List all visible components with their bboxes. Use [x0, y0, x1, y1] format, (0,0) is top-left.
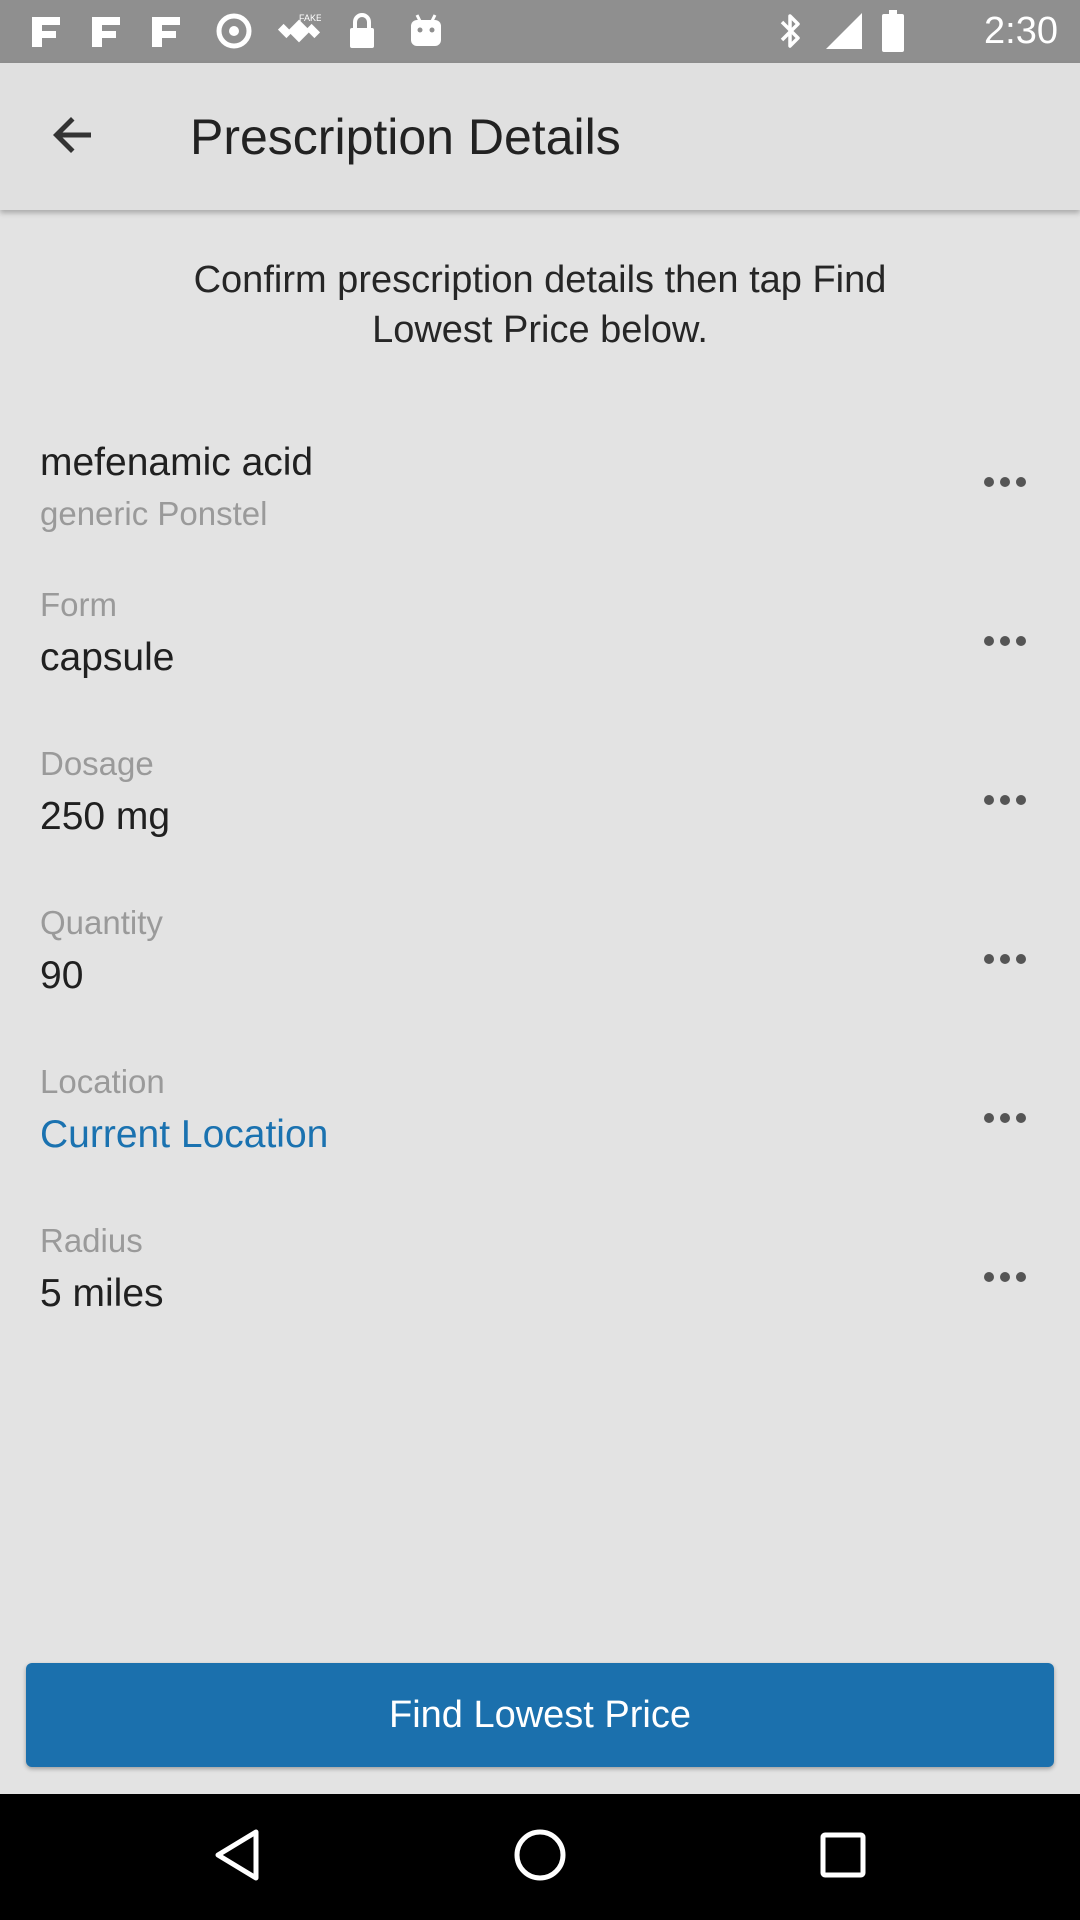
drug-row[interactable]: mefenamic acid generic Ponstel — [0, 420, 1080, 579]
system-nav-bar — [0, 1794, 1080, 1920]
more-horizontal-icon — [983, 952, 1027, 970]
radius-more-button[interactable] — [970, 1251, 1040, 1307]
drug-subtitle: generic Ponstel — [40, 495, 268, 532]
status-time: 2:30 — [984, 10, 1058, 52]
location-label: Location — [40, 1063, 165, 1100]
svg-text:FAKE: FAKE — [299, 13, 321, 23]
fake-gps-icon: FAKE — [274, 10, 324, 52]
radius-row[interactable]: Radius 5 miles — [0, 1215, 1080, 1374]
form-more-button[interactable] — [970, 615, 1040, 671]
page-title: Prescription Details — [190, 109, 621, 165]
notification-icon — [144, 10, 188, 52]
home-circle-icon — [513, 1828, 567, 1887]
dosage-label: Dosage — [40, 745, 154, 782]
location-value[interactable]: Current Location — [40, 1112, 328, 1158]
prescription-details-content: Confirm prescription details then tap Fi… — [0, 210, 1080, 1794]
notification-icon — [24, 10, 68, 52]
status-bar: FAKE 2:30 — [0, 0, 1080, 63]
dosage-more-button[interactable] — [970, 774, 1040, 830]
nav-home-button[interactable] — [499, 1816, 581, 1898]
location-row[interactable]: Location Current Location — [0, 1056, 1080, 1215]
vpn-icon — [212, 10, 256, 52]
app-bar: Prescription Details — [0, 63, 1080, 210]
dosage-row[interactable]: Dosage 250 mg — [0, 738, 1080, 897]
form-value: capsule — [40, 636, 175, 679]
quantity-value: 90 — [40, 954, 84, 997]
nav-recents-button[interactable] — [802, 1816, 884, 1898]
instructions-text: Confirm prescription details then tap Fi… — [193, 259, 887, 351]
radius-label: Radius — [40, 1222, 143, 1259]
quantity-more-button[interactable] — [970, 933, 1040, 989]
find-lowest-price-button[interactable]: Find Lowest Price — [26, 1663, 1054, 1767]
nav-back-button[interactable] — [196, 1816, 278, 1898]
dosage-value: 250 mg — [40, 795, 171, 838]
android-icon — [404, 10, 448, 52]
more-horizontal-icon — [983, 475, 1027, 493]
form-row[interactable]: Form capsule — [0, 579, 1080, 738]
arrow-back-icon — [51, 113, 95, 162]
quantity-row[interactable]: Quantity 90 — [0, 897, 1080, 1056]
more-horizontal-icon — [983, 1111, 1027, 1129]
back-button[interactable] — [30, 103, 116, 171]
battery-icon — [876, 10, 910, 52]
more-horizontal-icon — [983, 634, 1027, 652]
notification-icon — [84, 10, 128, 52]
more-horizontal-icon — [983, 793, 1027, 811]
back-triangle-icon — [212, 1828, 262, 1887]
location-more-button[interactable] — [970, 1092, 1040, 1148]
radius-value: 5 miles — [40, 1272, 164, 1315]
bluetooth-icon — [774, 10, 808, 52]
quantity-label: Quantity — [40, 904, 163, 941]
drug-name: mefenamic acid — [40, 441, 314, 484]
form-label: Form — [40, 586, 117, 623]
recents-square-icon — [819, 1831, 867, 1884]
signal-icon — [822, 10, 866, 52]
more-horizontal-icon — [983, 1270, 1027, 1288]
lock-icon — [342, 10, 382, 52]
drug-more-button[interactable] — [970, 456, 1040, 512]
